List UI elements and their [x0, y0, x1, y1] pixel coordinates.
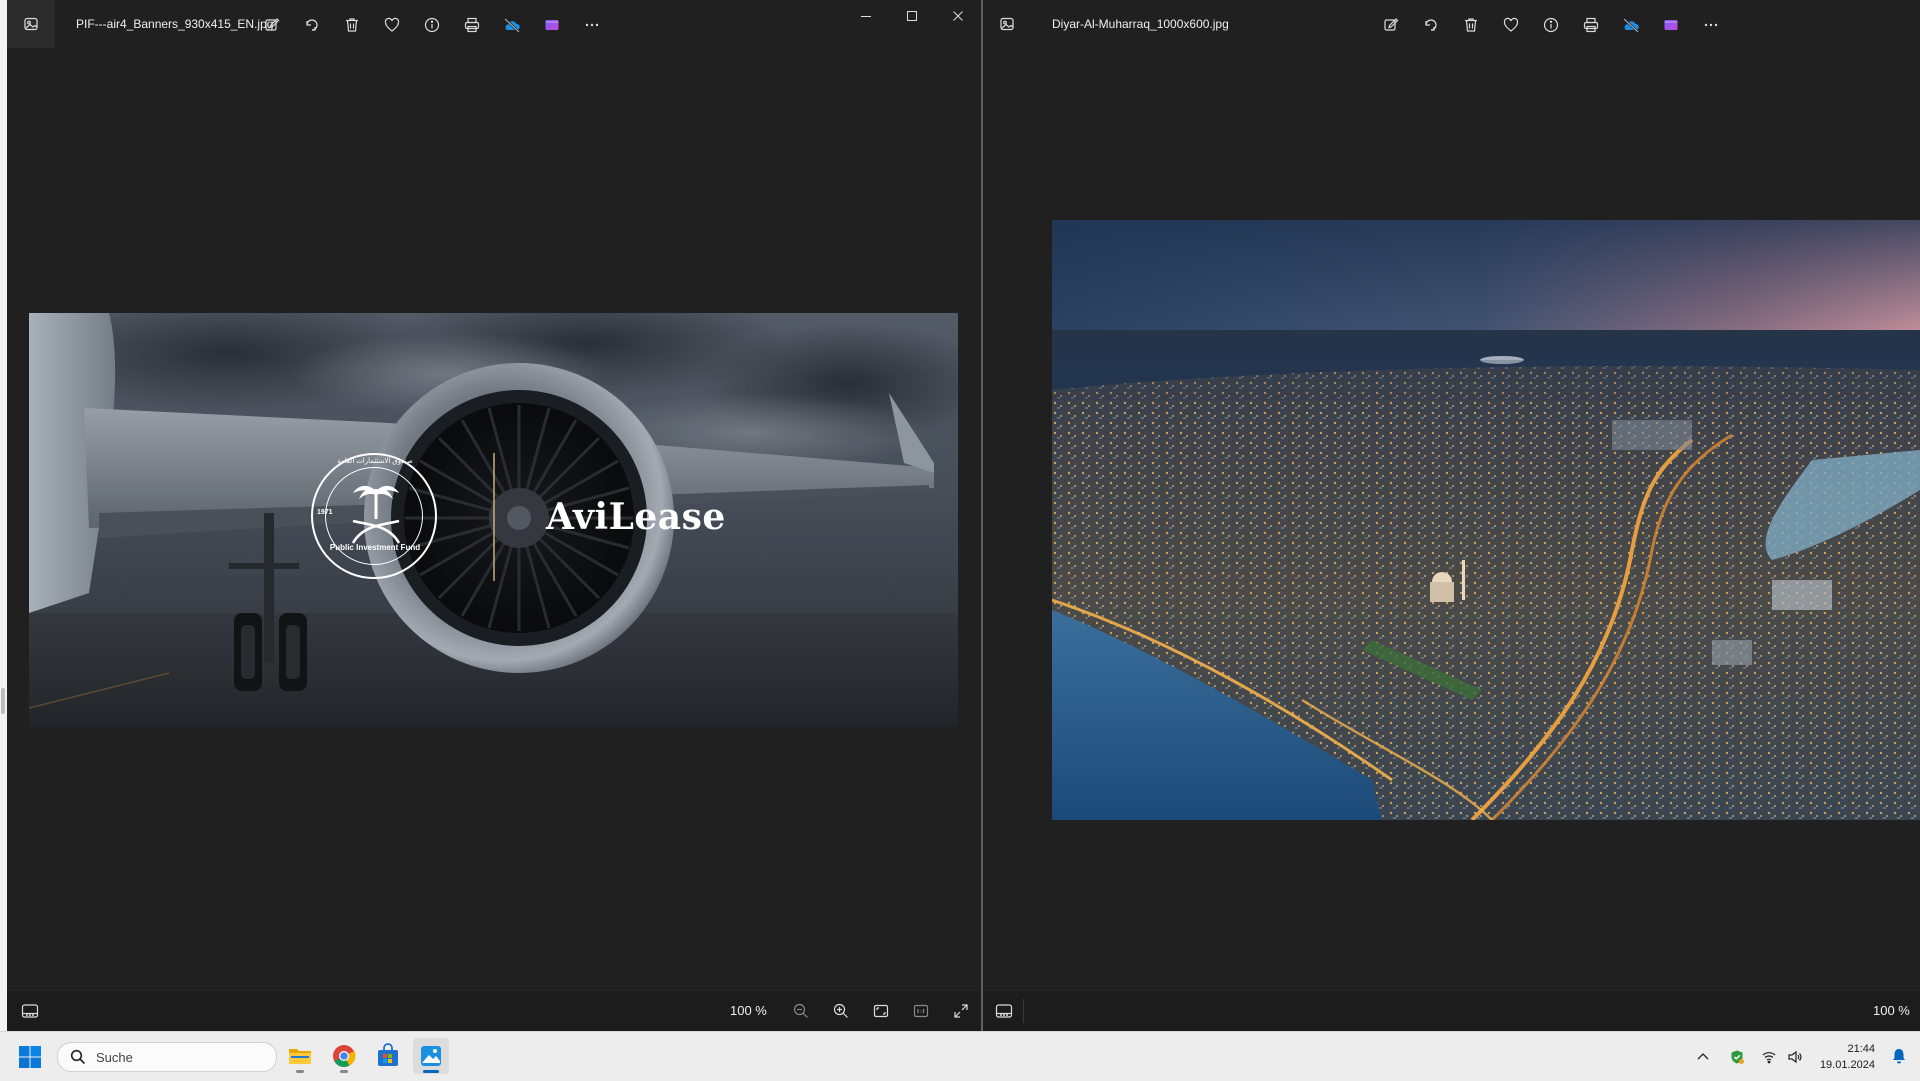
edit-icon[interactable] — [252, 12, 292, 38]
clock[interactable]: 21:44 19.01.2024 — [1820, 1041, 1875, 1073]
file-explorer-icon[interactable] — [282, 1038, 318, 1074]
taskbar-search[interactable]: Suche — [57, 1042, 277, 1072]
onedrive-icon[interactable] — [492, 12, 532, 38]
pif-seal-logo — [311, 453, 437, 579]
diyar-al-muharraq-image — [1052, 220, 1920, 820]
zoom-in-icon[interactable] — [821, 999, 861, 1023]
clipchamp-icon[interactable] — [532, 12, 572, 38]
store-icon[interactable] — [370, 1038, 406, 1074]
search-icon — [70, 1049, 86, 1065]
rotate-icon[interactable] — [1411, 12, 1451, 38]
fullscreen-icon[interactable] — [941, 999, 981, 1023]
image-viewer[interactable]: Public Investment Fund 1971 صندوق الاستث… — [7, 50, 981, 991]
windows-start-icon[interactable] — [18, 1045, 42, 1069]
favorite-icon[interactable] — [372, 12, 412, 38]
favorite-icon[interactable] — [1491, 12, 1531, 38]
zoom-level[interactable]: 100 % — [1873, 1003, 1910, 1018]
more-icon[interactable] — [1691, 12, 1731, 38]
photos-app-icon[interactable] — [7, 0, 55, 48]
status-bar: 100 % — [983, 990, 1920, 1031]
edit-icon[interactable] — [1371, 12, 1411, 38]
photos-app-icon[interactable] — [983, 0, 1031, 48]
chevron-up-icon[interactable] — [1690, 1044, 1716, 1070]
minimize-icon[interactable] — [843, 0, 889, 32]
photos-window-right: Diyar-Al-Muharraq_1000x600.jpg 100 % — [983, 0, 1920, 1031]
clock-time: 21:44 — [1847, 1043, 1875, 1055]
print-icon[interactable] — [452, 12, 492, 38]
avilease-brand: AviLease — [546, 496, 726, 538]
title-bar[interactable]: PIF---air4_Banners_930x415_EN.jpg — [7, 0, 981, 50]
maximize-icon[interactable] — [889, 0, 935, 32]
taskbar: Suche 21:44 19.01.2024 — [0, 1031, 1920, 1081]
banner-image: Public Investment Fund 1971 صندوق الاستث… — [29, 313, 958, 727]
info-icon[interactable] — [1531, 12, 1571, 38]
rotate-icon[interactable] — [292, 12, 332, 38]
resize-handle[interactable] — [1, 688, 5, 714]
filmstrip-icon[interactable] — [19, 1001, 41, 1021]
fit-to-window-icon[interactable] — [861, 999, 901, 1023]
photos-icon[interactable] — [413, 1038, 449, 1074]
delete-icon[interactable] — [332, 12, 372, 38]
filmstrip-icon[interactable] — [993, 1001, 1015, 1021]
info-icon[interactable] — [412, 12, 452, 38]
image-viewer[interactable] — [983, 50, 1920, 991]
clipchamp-icon[interactable] — [1651, 12, 1691, 38]
photos-window-left: PIF---air4_Banners_930x415_EN.jpg Public… — [7, 0, 983, 1031]
onedrive-icon[interactable] — [1611, 12, 1651, 38]
toolbar — [252, 12, 612, 38]
file-name: Diyar-Al-Muharraq_1000x600.jpg — [1052, 17, 1229, 31]
chrome-icon[interactable] — [326, 1038, 362, 1074]
zoom-tools — [781, 999, 981, 1023]
delete-icon[interactable] — [1451, 12, 1491, 38]
divider — [1023, 999, 1024, 1023]
seal-text: Public Investment Fund — [329, 543, 421, 552]
wifi-icon[interactable] — [1756, 1044, 1782, 1070]
zoom-out-icon[interactable] — [781, 999, 821, 1023]
search-placeholder: Suche — [96, 1049, 133, 1065]
zoom-level[interactable]: 100 % — [730, 1003, 767, 1018]
status-bar: 100 % — [7, 990, 981, 1031]
toolbar — [1371, 12, 1731, 38]
actual-size-icon[interactable] — [901, 999, 941, 1023]
title-bar[interactable]: Diyar-Al-Muharraq_1000x600.jpg — [983, 0, 1920, 50]
seal-arabic-text: صندوق الاستثمارات العامة — [337, 458, 413, 465]
security-shield-icon[interactable] — [1724, 1044, 1750, 1070]
close-icon[interactable] — [935, 0, 981, 32]
clock-date: 19.01.2024 — [1819, 1059, 1875, 1071]
system-tray — [1690, 1032, 1808, 1081]
volume-icon[interactable] — [1782, 1044, 1808, 1070]
window-controls — [843, 0, 981, 32]
file-name: PIF---air4_Banners_930x415_EN.jpg — [76, 17, 274, 31]
print-icon[interactable] — [1571, 12, 1611, 38]
seal-year: 1971 — [317, 509, 333, 516]
desktop-edge — [0, 0, 7, 1031]
more-icon[interactable] — [572, 12, 612, 38]
notification-bell-icon[interactable] — [1890, 1047, 1908, 1065]
